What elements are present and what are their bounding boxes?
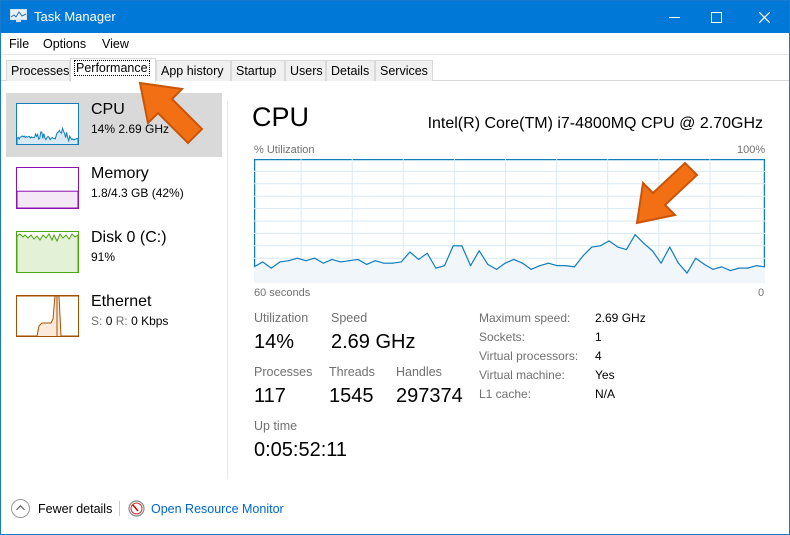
sockets-value: 1	[595, 330, 602, 344]
tab-details[interactable]: Details	[326, 60, 375, 81]
processes-label: Processes	[254, 365, 313, 379]
sidebar-ethernet-title: Ethernet	[91, 293, 152, 310]
menu-file[interactable]: File	[9, 37, 29, 51]
sidebar-divider[interactable]	[227, 101, 228, 479]
menu-view[interactable]: View	[102, 37, 129, 51]
chevron-up-icon[interactable]	[11, 499, 30, 518]
sidebar-memory-subtitle: 1.8/4.3 GB (42%)	[91, 186, 184, 200]
threads-label: Threads	[329, 365, 375, 379]
virtual-processors-value: 4	[595, 349, 602, 363]
tab-users[interactable]: Users	[285, 60, 326, 81]
close-button[interactable]	[741, 1, 787, 33]
footer-separator	[119, 501, 120, 516]
minimize-button[interactable]	[651, 1, 697, 33]
speed-value: 2.69 GHz	[331, 331, 416, 353]
tab-startup[interactable]: Startup	[231, 60, 285, 81]
virtual-machine-label: Virtual machine:	[479, 368, 565, 382]
sockets-label: Sockets:	[479, 330, 526, 344]
utilization-label: Utilization	[254, 311, 309, 325]
fewer-details-button[interactable]: Fewer details	[38, 502, 112, 516]
resource-monitor-icon[interactable]	[128, 500, 145, 517]
tab-app-history[interactable]: App history	[156, 60, 231, 81]
sidebar-item-ethernet[interactable]: Ethernet S: 0 R: 0 Kbps	[6, 285, 222, 349]
handles-label: Handles	[396, 365, 442, 379]
tab-services[interactable]: Services	[375, 60, 433, 81]
graph-label-min: 0	[758, 287, 765, 299]
ethernet-thumbnail-graph	[16, 295, 79, 337]
max-speed-label: Maximum speed:	[479, 311, 571, 325]
title-bar[interactable]: Task Manager	[1, 1, 789, 33]
graph-label-time: 60 seconds	[254, 287, 311, 299]
minimize-icon	[668, 16, 680, 18]
open-resource-monitor-link[interactable]: Open Resource Monitor	[151, 502, 284, 516]
maximize-button[interactable]	[693, 1, 739, 33]
max-speed-value: 2.69 GHz	[595, 311, 646, 325]
virtual-processors-label: Virtual processors:	[479, 349, 579, 363]
sidebar-cpu-title: CPU	[91, 101, 125, 118]
l1-cache-value: N/A	[595, 387, 616, 401]
memory-thumbnail-graph	[16, 167, 79, 209]
graph-label-max: 100%	[737, 144, 766, 156]
utilization-value: 14%	[254, 331, 295, 353]
task-manager-window: Task Manager File Options View Processes…	[0, 0, 790, 535]
close-icon	[758, 11, 770, 23]
sidebar-disk-title: Disk 0 (C:)	[91, 229, 167, 246]
uptime-value: 0:05:52:11	[254, 439, 348, 461]
threads-value: 1545	[329, 385, 374, 407]
virtual-machine-value: Yes	[595, 368, 615, 382]
maximize-icon	[710, 11, 722, 23]
annotation-arrow-performance-icon	[138, 81, 204, 145]
handles-value: 297374	[396, 385, 463, 407]
footer: Fewer details Open Resource Monitor	[1, 491, 789, 531]
tab-bar: Processes Performance App history Startu…	[1, 57, 789, 82]
l1-cache-label: L1 cache:	[479, 387, 532, 401]
tab-processes[interactable]: Processes	[6, 60, 70, 81]
speed-label: Speed	[331, 311, 368, 325]
sidebar-memory-title: Memory	[91, 165, 149, 182]
annotation-arrow-graph-peak-icon	[635, 161, 699, 225]
window-title: Task Manager	[34, 9, 116, 24]
processes-value: 117	[254, 385, 286, 407]
menu-options[interactable]: Options	[43, 37, 86, 51]
sidebar-item-memory[interactable]: Memory 1.8/4.3 GB (42%)	[6, 157, 222, 221]
disk-thumbnail-graph	[16, 231, 79, 273]
cpu-model-name: Intel(R) Core(TM) i7-4800MQ CPU @ 2.70GH…	[427, 115, 763, 132]
cpu-thumbnail-graph	[16, 103, 79, 145]
sidebar-disk-subtitle: 91%	[91, 250, 116, 264]
menu-bar: File Options View	[1, 33, 789, 55]
sidebar-ethernet-subtitle: S: 0 R: 0 Kbps	[91, 314, 169, 328]
sidebar-item-disk[interactable]: Disk 0 (C:) 91%	[6, 221, 222, 285]
graph-label-utilization: % Utilization	[254, 144, 315, 156]
main-title: CPU	[252, 102, 310, 132]
uptime-label: Up time	[254, 419, 298, 433]
task-manager-app-icon	[10, 9, 27, 22]
